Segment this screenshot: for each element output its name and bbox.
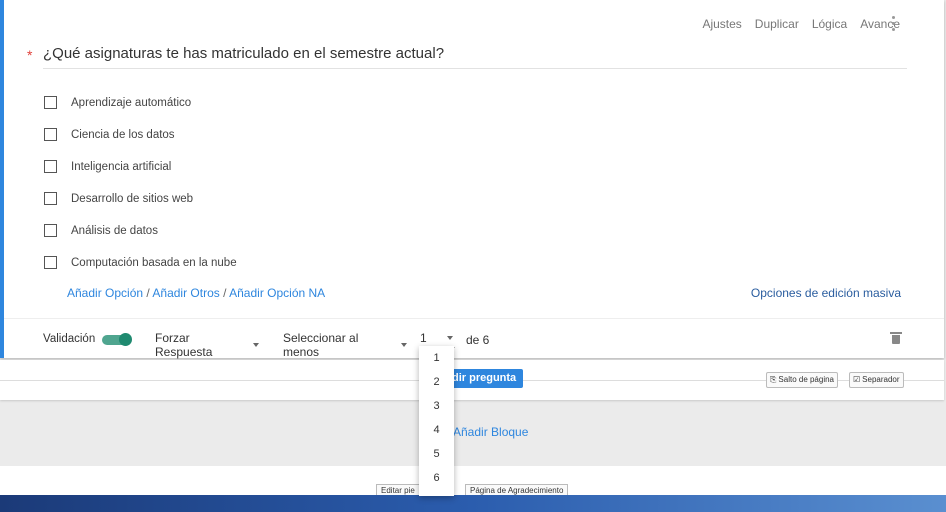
more-options-icon[interactable] xyxy=(892,16,896,34)
toggle-knob xyxy=(119,333,132,346)
dropdown-option[interactable]: 6 xyxy=(419,466,454,490)
of-total-label: de 6 xyxy=(466,333,490,347)
page-break-label: Salto de página xyxy=(778,375,835,384)
option-label[interactable]: Ciencia de los datos xyxy=(71,129,175,141)
question-toolbar: Ajustes Duplicar Lógica Avance xyxy=(702,17,900,31)
trash-icon[interactable] xyxy=(890,332,902,344)
checkbox-icon: ☑ xyxy=(853,375,861,384)
add-block-link[interactable]: Añadir Bloque xyxy=(453,425,528,439)
option-label[interactable]: Inteligencia artificial xyxy=(71,161,171,173)
chevron-down-icon xyxy=(401,343,407,347)
select-at-least-select[interactable]: Seleccionar al menos xyxy=(283,331,407,362)
page-break-button[interactable]: ⎘ Salto de página xyxy=(766,372,839,388)
count-value: 1 xyxy=(420,331,427,345)
bulk-edit-link[interactable]: Opciones de edición masiva xyxy=(751,286,901,300)
dropdown-option[interactable]: 5 xyxy=(419,442,454,466)
option-label[interactable]: Aprendizaje automático xyxy=(71,97,191,109)
bottom-gradient-bar xyxy=(0,495,946,512)
settings-button[interactable]: Ajustes xyxy=(702,17,741,31)
checkbox-option[interactable]: Análisis de datos xyxy=(44,224,158,237)
page-break-icon: ⎘ xyxy=(770,375,777,384)
add-others-link[interactable]: Añadir Otros xyxy=(152,286,219,300)
checkbox[interactable] xyxy=(44,96,57,109)
select-at-least-value: Seleccionar al menos xyxy=(283,331,359,359)
separator-label: Separador xyxy=(862,375,900,384)
question-underline xyxy=(43,68,907,69)
checkbox-option[interactable]: Desarrollo de sitios web xyxy=(44,192,193,205)
validation-divider xyxy=(4,318,944,319)
count-dropdown-menu: 1 2 3 4 5 6 xyxy=(419,346,454,496)
link-separator: / xyxy=(146,286,150,300)
checkbox[interactable] xyxy=(44,224,57,237)
chevron-down-icon xyxy=(446,336,453,340)
checkbox[interactable] xyxy=(44,192,57,205)
validation-label: Validación xyxy=(43,333,96,345)
dropdown-option[interactable]: 2 xyxy=(419,370,454,394)
link-separator: / xyxy=(223,286,227,300)
separator-button[interactable]: ☑ Separador xyxy=(849,372,904,388)
question-card: Ajustes Duplicar Lógica Avance * ¿Qué as… xyxy=(0,0,944,362)
chevron-down-icon xyxy=(253,343,259,347)
checkbox-option[interactable]: Aprendizaje automático xyxy=(44,96,191,109)
add-option-links: Añadir Opción / Añadir Otros / Añadir Op… xyxy=(67,286,325,300)
dropdown-option[interactable]: 3 xyxy=(419,394,454,418)
force-response-select[interactable]: Forzar Respuesta xyxy=(155,331,259,362)
required-marker: * xyxy=(27,47,33,63)
checkbox-option[interactable]: Computación basada en la nube xyxy=(44,256,237,269)
checkbox-option[interactable]: Ciencia de los datos xyxy=(44,128,175,141)
duplicate-button[interactable]: Duplicar xyxy=(755,17,799,31)
add-na-option-link[interactable]: Añadir Opción NA xyxy=(229,286,325,300)
validation-toggle[interactable] xyxy=(102,333,132,346)
add-question-button[interactable]: dir pregunta xyxy=(446,369,524,388)
checkbox[interactable] xyxy=(44,128,57,141)
option-label[interactable]: Desarrollo de sitios web xyxy=(71,193,193,205)
force-response-value: Forzar Respuesta xyxy=(155,331,213,359)
checkbox[interactable] xyxy=(44,160,57,173)
question-text[interactable]: ¿Qué asignaturas te has matriculado en e… xyxy=(43,45,444,62)
option-label[interactable]: Análisis de datos xyxy=(71,225,158,237)
add-option-link[interactable]: Añadir Opción xyxy=(67,286,143,300)
logic-button[interactable]: Lógica xyxy=(812,17,847,31)
dropdown-option[interactable]: 4 xyxy=(419,418,454,442)
checkbox-option[interactable]: Inteligencia artificial xyxy=(44,160,171,173)
option-label[interactable]: Computación basada en la nube xyxy=(71,257,237,269)
checkbox[interactable] xyxy=(44,256,57,269)
dropdown-option[interactable]: 1 xyxy=(419,346,454,370)
